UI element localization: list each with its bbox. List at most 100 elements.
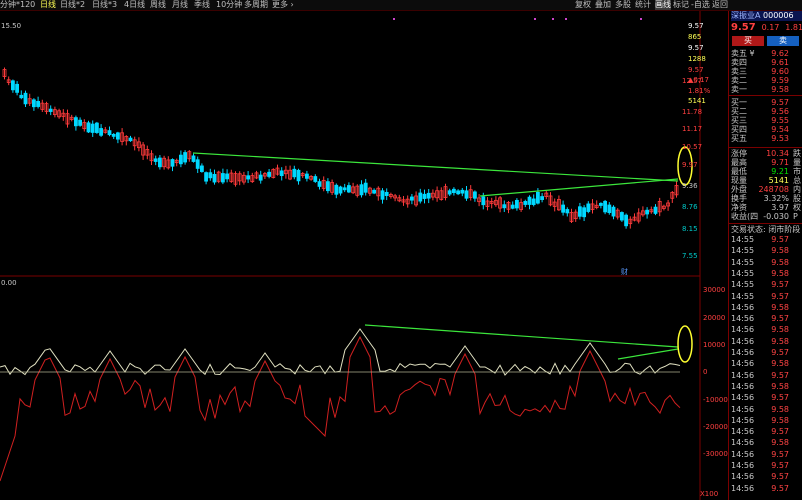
side-stat: 1288 <box>688 55 706 63</box>
toolbar-button[interactable]: 返回 <box>712 0 728 10</box>
period-tab[interactable]: 多周期 <box>244 0 268 10</box>
stat-key-2: 量 <box>793 158 801 167</box>
period-tab[interactable]: 更多 › <box>272 0 294 10</box>
buy-button[interactable]: 买 <box>732 36 764 46</box>
candle-body <box>195 159 200 169</box>
bid-price: 9.55 <box>771 116 789 125</box>
toolbar-button[interactable]: 标记 <box>673 0 689 10</box>
stock-code: 000006 <box>763 11 794 20</box>
tick-price: 9.58 <box>771 404 789 414</box>
candle-body <box>565 209 570 214</box>
price-axis-label: 9.36 <box>682 182 698 190</box>
candle-body <box>74 117 78 127</box>
period-tab[interactable]: 日线*3 <box>92 0 117 10</box>
stat-key: 外盘 <box>731 185 747 194</box>
trend-line[interactable] <box>479 178 679 197</box>
bid-row[interactable]: 买一 9.57 <box>731 98 802 107</box>
period-tab[interactable]: 日线 <box>40 0 56 10</box>
candle-body <box>19 94 24 99</box>
ask-row[interactable]: 卖二 9.59 <box>731 76 802 85</box>
candle-body <box>267 171 272 177</box>
tick-price: 9.57 <box>771 393 789 403</box>
stat-key-2: P <box>793 212 798 221</box>
price-pct: 1.81% <box>785 23 802 32</box>
toolbar-button[interactable]: -自选 <box>691 0 710 10</box>
stock-title[interactable]: 深振业A 000006 <box>731 11 802 21</box>
sell-button[interactable]: 卖 <box>767 36 799 46</box>
bid-row[interactable]: 买四 9.54 <box>731 125 802 134</box>
stat-key-2: 股 <box>793 194 801 203</box>
candle-body <box>372 189 377 194</box>
candle-body <box>48 108 53 112</box>
bid-row[interactable]: 买二 9.56 <box>731 107 802 116</box>
candle-body <box>212 174 217 183</box>
stat-key: 最高 <box>731 158 747 167</box>
tick-time: 14:55 <box>731 280 755 290</box>
last-price: 9.57 <box>731 22 756 33</box>
candle-body <box>645 209 649 215</box>
toolbar-button[interactable]: 多股 <box>615 0 631 10</box>
period-tab[interactable]: 4日线 <box>124 0 145 10</box>
ask-row[interactable]: 卖四 9.61 <box>731 58 802 67</box>
finance-report-marker[interactable]: 财 <box>621 268 628 276</box>
candle-body <box>510 204 515 209</box>
toolbar-button[interactable]: 复权 <box>575 0 591 10</box>
candle-body <box>304 173 309 179</box>
tick-time: 14:56 <box>731 415 755 425</box>
stat-key-2: 跌 <box>793 149 801 158</box>
bid-label: 买五 <box>731 134 747 143</box>
candle-body <box>225 173 230 180</box>
toolbar-button[interactable]: 统计 <box>635 0 651 10</box>
stat-row: 外盘 248708 内 <box>731 185 802 194</box>
indicator-series <box>0 328 681 482</box>
candle-body <box>624 214 628 227</box>
period-tab[interactable]: 周线 <box>150 0 166 10</box>
tick-price: 9.57 <box>771 280 789 290</box>
ask-row[interactable]: 卖五 ¥ 9.62 <box>731 49 802 58</box>
period-tab[interactable]: 季线 <box>194 0 210 10</box>
candle-body <box>95 122 99 133</box>
ask-label: 卖三 <box>731 67 747 76</box>
ask-row[interactable]: 卖一 9.58 <box>731 85 802 94</box>
stat-key: 现量 <box>731 176 747 185</box>
indicator-axis-label: -20000 <box>703 423 728 431</box>
tick-time: 14:56 <box>731 302 755 312</box>
candle-body <box>317 181 322 187</box>
stat-value: 10.34 <box>766 149 789 158</box>
tick-row: 14:56 9.57 <box>731 427 802 436</box>
candle-body <box>325 181 330 192</box>
candle-body <box>578 206 582 217</box>
chart-area <box>0 11 701 500</box>
tick-row: 14:56 9.58 <box>731 359 802 368</box>
period-tab[interactable]: 10分钟 <box>216 0 242 10</box>
period-tab[interactable]: 日线*2 <box>60 0 85 10</box>
candle-body <box>561 204 565 213</box>
tick-price: 9.58 <box>771 336 789 346</box>
candle-body <box>346 185 351 193</box>
candle-body <box>472 191 477 199</box>
tick-time: 14:56 <box>731 461 755 470</box>
trend-line[interactable] <box>364 324 679 348</box>
period-tab[interactable]: 月线 <box>172 0 188 10</box>
candle-body <box>586 203 591 212</box>
trend-line[interactable] <box>192 152 679 182</box>
ask-price: 9.60 <box>771 67 789 76</box>
quote-panel: 深振业A 000006 9.57 0.17 1.81% 买 卖 卖五 ¥ 9.62… <box>728 11 802 500</box>
indicator-header: 0.00 <box>1 279 17 287</box>
tick-row: 14:56 9.57 <box>731 314 802 323</box>
tick-row: 14:55 9.57 <box>731 280 802 289</box>
toolbar-button[interactable]: 叠加 <box>595 0 611 10</box>
stat-key: 涨停 <box>731 149 747 158</box>
candle-body <box>363 182 368 193</box>
stat-row: 换手 3.32% 股 <box>731 194 802 203</box>
period-tab[interactable]: 分钟*120 <box>0 0 35 10</box>
candle-body <box>620 212 624 221</box>
tick-row: 14:55 9.58 <box>731 269 802 278</box>
bid-row[interactable]: 买三 9.55 <box>731 116 802 125</box>
trend-line[interactable] <box>617 348 679 360</box>
bid-row[interactable]: 买五 9.53 <box>731 134 802 143</box>
ask-row[interactable]: 卖三 9.60 <box>731 67 802 76</box>
tick-time: 14:56 <box>731 314 755 324</box>
highlight-ellipse[interactable] <box>677 325 693 363</box>
toolbar-button[interactable]: 画线 <box>655 0 671 10</box>
